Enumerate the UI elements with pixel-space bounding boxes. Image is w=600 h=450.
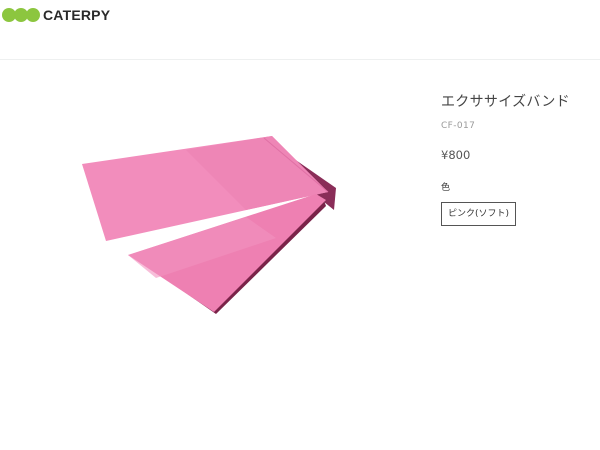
site-header: CATERPY <box>0 0 600 60</box>
logo-mark-icon <box>2 8 40 22</box>
color-option-label: 色 <box>441 183 451 193</box>
brand-name: CATERPY <box>43 7 111 23</box>
product-image <box>76 128 346 318</box>
brand-logo[interactable]: CATERPY <box>2 7 110 23</box>
product-info: エクササイズバンド CF-017 ¥800 色 ピンク(ソフト) <box>441 91 600 226</box>
product-code: CF-017 <box>441 121 476 131</box>
product-price: ¥800 <box>441 148 471 162</box>
exercise-band-image <box>82 136 336 314</box>
variant-pink-soft-button[interactable]: ピンク(ソフト) <box>441 202 517 226</box>
product-title: エクササイズバンド <box>441 94 570 110</box>
